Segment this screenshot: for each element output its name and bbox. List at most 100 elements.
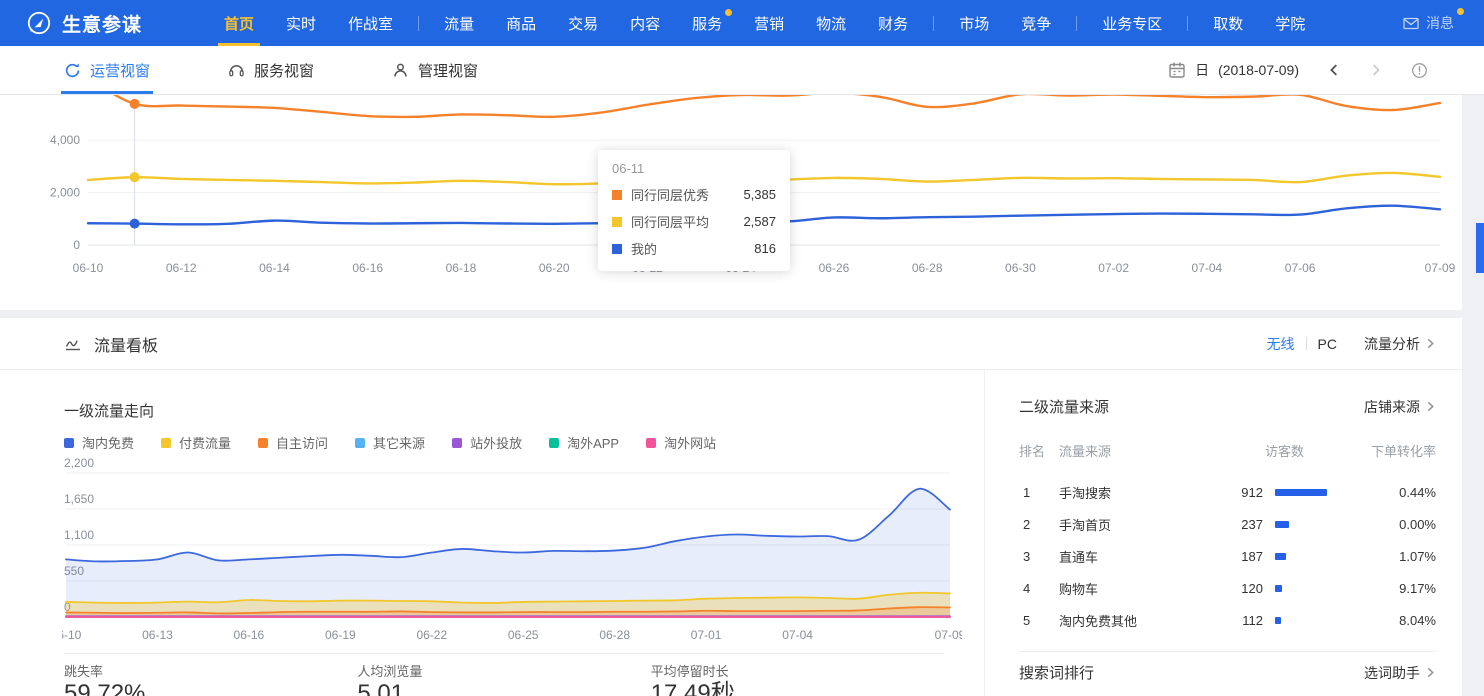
tab-operation-view[interactable]: 运营视窗 bbox=[64, 46, 150, 94]
source-visitors: 237 bbox=[1199, 517, 1364, 532]
legend-swatch bbox=[646, 438, 656, 448]
nav-item-服务[interactable]: 服务 bbox=[676, 0, 738, 46]
nav-item-业务专区[interactable]: 业务专区 bbox=[1086, 0, 1178, 46]
source-table-body: 1手淘搜索9120.44%2手淘首页2370.00%3直通车1871.07%4购… bbox=[1019, 476, 1436, 636]
source-visitors: 912 bbox=[1199, 485, 1364, 500]
legend-item-其它来源[interactable]: 其它来源 bbox=[355, 433, 425, 452]
source-panel-title: 二级流量来源 bbox=[1019, 396, 1109, 417]
legend-swatch bbox=[258, 438, 268, 448]
traffic-legend: 淘内免费 付费流量 自主访问 其它来源 站外投放 淘外APP 淘外网站 bbox=[64, 433, 743, 452]
word-helper-label: 选词助手 bbox=[1364, 663, 1420, 683]
messages-badge-dot bbox=[1457, 8, 1464, 15]
prev-date-button[interactable] bbox=[1327, 63, 1341, 77]
nav-item-市场[interactable]: 市场 bbox=[943, 0, 1005, 46]
legend-item-淘外APP[interactable]: 淘外APP bbox=[549, 433, 619, 452]
traffic-board-card: 流量看板 无线 PC 流量分析 一级流量走向 淘内免费付费流量自主访问其它来源站… bbox=[0, 318, 1462, 696]
nav-item-竞争[interactable]: 竞争 bbox=[1005, 0, 1067, 46]
legend-label: 淘内免费 bbox=[82, 433, 134, 452]
new-badge-dot bbox=[725, 9, 732, 16]
visitors-count: 912 bbox=[1199, 485, 1263, 500]
nav-item-商品[interactable]: 商品 bbox=[490, 0, 552, 46]
source-name: 直通车 bbox=[1059, 547, 1199, 566]
compass-logo-icon bbox=[26, 10, 52, 36]
primary-traffic-chart[interactable]: 05501,1001,6502,20006-1006-1306-1606-190… bbox=[62, 455, 962, 647]
nav-item-物流[interactable]: 物流 bbox=[800, 0, 862, 46]
nav-item-实时[interactable]: 实时 bbox=[270, 0, 332, 46]
tab-management-view[interactable]: 管理视窗 bbox=[392, 46, 478, 94]
tab-service-view[interactable]: 服务视窗 bbox=[228, 46, 314, 94]
app-logo[interactable]: 生意参谋 bbox=[26, 10, 142, 37]
chart-tooltip: 06-11 同行同层优秀5,385同行同层平均2,587我的816 bbox=[598, 150, 790, 271]
tooltip-series-name: 同行同层优秀 bbox=[631, 185, 709, 204]
tooltip-series-name: 同行同层平均 bbox=[631, 212, 709, 231]
svg-text:1,100: 1,100 bbox=[64, 528, 94, 542]
legend-label: 自主访问 bbox=[276, 433, 328, 452]
source-name: 购物车 bbox=[1059, 579, 1199, 598]
stat-value: 59.72% bbox=[64, 681, 357, 696]
nav-item-财务[interactable]: 财务 bbox=[862, 0, 924, 46]
shop-source-link[interactable]: 店铺来源 bbox=[1364, 397, 1436, 417]
stat-label: 人均浏览量 bbox=[357, 665, 650, 679]
col-visitors: 访客数 bbox=[1199, 441, 1364, 460]
nav-item-取数[interactable]: 取数 bbox=[1197, 0, 1259, 46]
visitors-count: 112 bbox=[1199, 613, 1263, 628]
legend-item-淘内免费[interactable]: 淘内免费 bbox=[64, 433, 134, 452]
source-rank: 1 bbox=[1019, 485, 1059, 500]
svg-text:06-25: 06-25 bbox=[508, 628, 539, 642]
source-conversion: 9.17% bbox=[1364, 581, 1436, 596]
source-conversion: 8.04% bbox=[1364, 613, 1436, 628]
svg-text:0: 0 bbox=[73, 238, 80, 252]
chevron-left-icon bbox=[1327, 63, 1341, 77]
svg-text:06-20: 06-20 bbox=[539, 261, 570, 275]
legend-label: 付费流量 bbox=[179, 433, 231, 452]
scrollbar-thumb[interactable] bbox=[1476, 223, 1484, 273]
device-link-wireless[interactable]: 无线 bbox=[1267, 334, 1295, 354]
visitors-bar bbox=[1275, 553, 1286, 560]
device-link-pc[interactable]: PC bbox=[1318, 336, 1337, 352]
notice-button[interactable] bbox=[1411, 62, 1428, 79]
visitors-bar bbox=[1275, 617, 1281, 624]
nav-item-营销[interactable]: 营销 bbox=[738, 0, 800, 46]
nav-item-交易[interactable]: 交易 bbox=[552, 0, 614, 46]
messages-button[interactable]: 消息 bbox=[1403, 13, 1454, 33]
nav-divider bbox=[933, 16, 934, 31]
nav-item-学院[interactable]: 学院 bbox=[1259, 0, 1321, 46]
sync-icon bbox=[64, 62, 81, 79]
source-table-header: 排名 流量来源 访客数 下单转化率 bbox=[1019, 440, 1436, 460]
headset-icon bbox=[228, 62, 245, 79]
next-date-button[interactable] bbox=[1369, 63, 1383, 77]
source-row-手淘搜索: 1手淘搜索9120.44% bbox=[1019, 476, 1436, 508]
legend-item-站外投放[interactable]: 站外投放 bbox=[452, 433, 522, 452]
source-rank: 3 bbox=[1019, 549, 1059, 564]
svg-text:06-19: 06-19 bbox=[325, 628, 356, 642]
nav-item-流量[interactable]: 流量 bbox=[428, 0, 490, 46]
source-row-手淘首页: 2手淘首页2370.00% bbox=[1019, 508, 1436, 540]
info-icon bbox=[1411, 62, 1428, 79]
stat-value: 17.49秒 bbox=[651, 681, 944, 696]
tooltip-series-value: 816 bbox=[754, 241, 776, 256]
legend-label: 淘外网站 bbox=[664, 433, 716, 452]
legend-label: 站外投放 bbox=[470, 433, 522, 452]
traffic-analysis-link[interactable]: 流量分析 bbox=[1364, 334, 1436, 354]
legend-item-淘外网站[interactable]: 淘外网站 bbox=[646, 433, 716, 452]
svg-text:2,200: 2,200 bbox=[64, 456, 94, 470]
svg-text:06-14: 06-14 bbox=[259, 261, 290, 275]
source-row-淘内免费其他: 5淘内免费其他1128.04% bbox=[1019, 604, 1436, 636]
view-tabbar: 运营视窗 服务视窗 管理视窗 日 bbox=[0, 46, 1484, 95]
legend-swatch bbox=[355, 438, 365, 448]
traffic-stats-row: 跳失率59.72%人均浏览量5.01平均停留时长17.49秒 bbox=[64, 653, 944, 696]
link-separator bbox=[1306, 337, 1307, 350]
word-helper-link[interactable]: 选词助手 bbox=[1364, 663, 1436, 683]
nav-item-首页[interactable]: 首页 bbox=[208, 0, 270, 46]
source-rank: 4 bbox=[1019, 581, 1059, 596]
legend-item-付费流量[interactable]: 付费流量 bbox=[161, 433, 231, 452]
legend-item-自主访问[interactable]: 自主访问 bbox=[258, 433, 328, 452]
peer-trend-card: 02,0004,00006-1006-1206-1406-1606-1806-2… bbox=[0, 94, 1462, 310]
visitors-bar bbox=[1275, 585, 1282, 592]
stat-平均停留时长: 平均停留时长17.49秒 bbox=[651, 665, 944, 696]
date-picker[interactable]: 日 (2018-07-09) bbox=[1168, 60, 1299, 80]
tab-label: 运营视窗 bbox=[90, 60, 150, 81]
nav-item-作战室[interactable]: 作战室 bbox=[332, 0, 409, 46]
legend-swatch bbox=[64, 438, 74, 448]
nav-item-内容[interactable]: 内容 bbox=[614, 0, 676, 46]
